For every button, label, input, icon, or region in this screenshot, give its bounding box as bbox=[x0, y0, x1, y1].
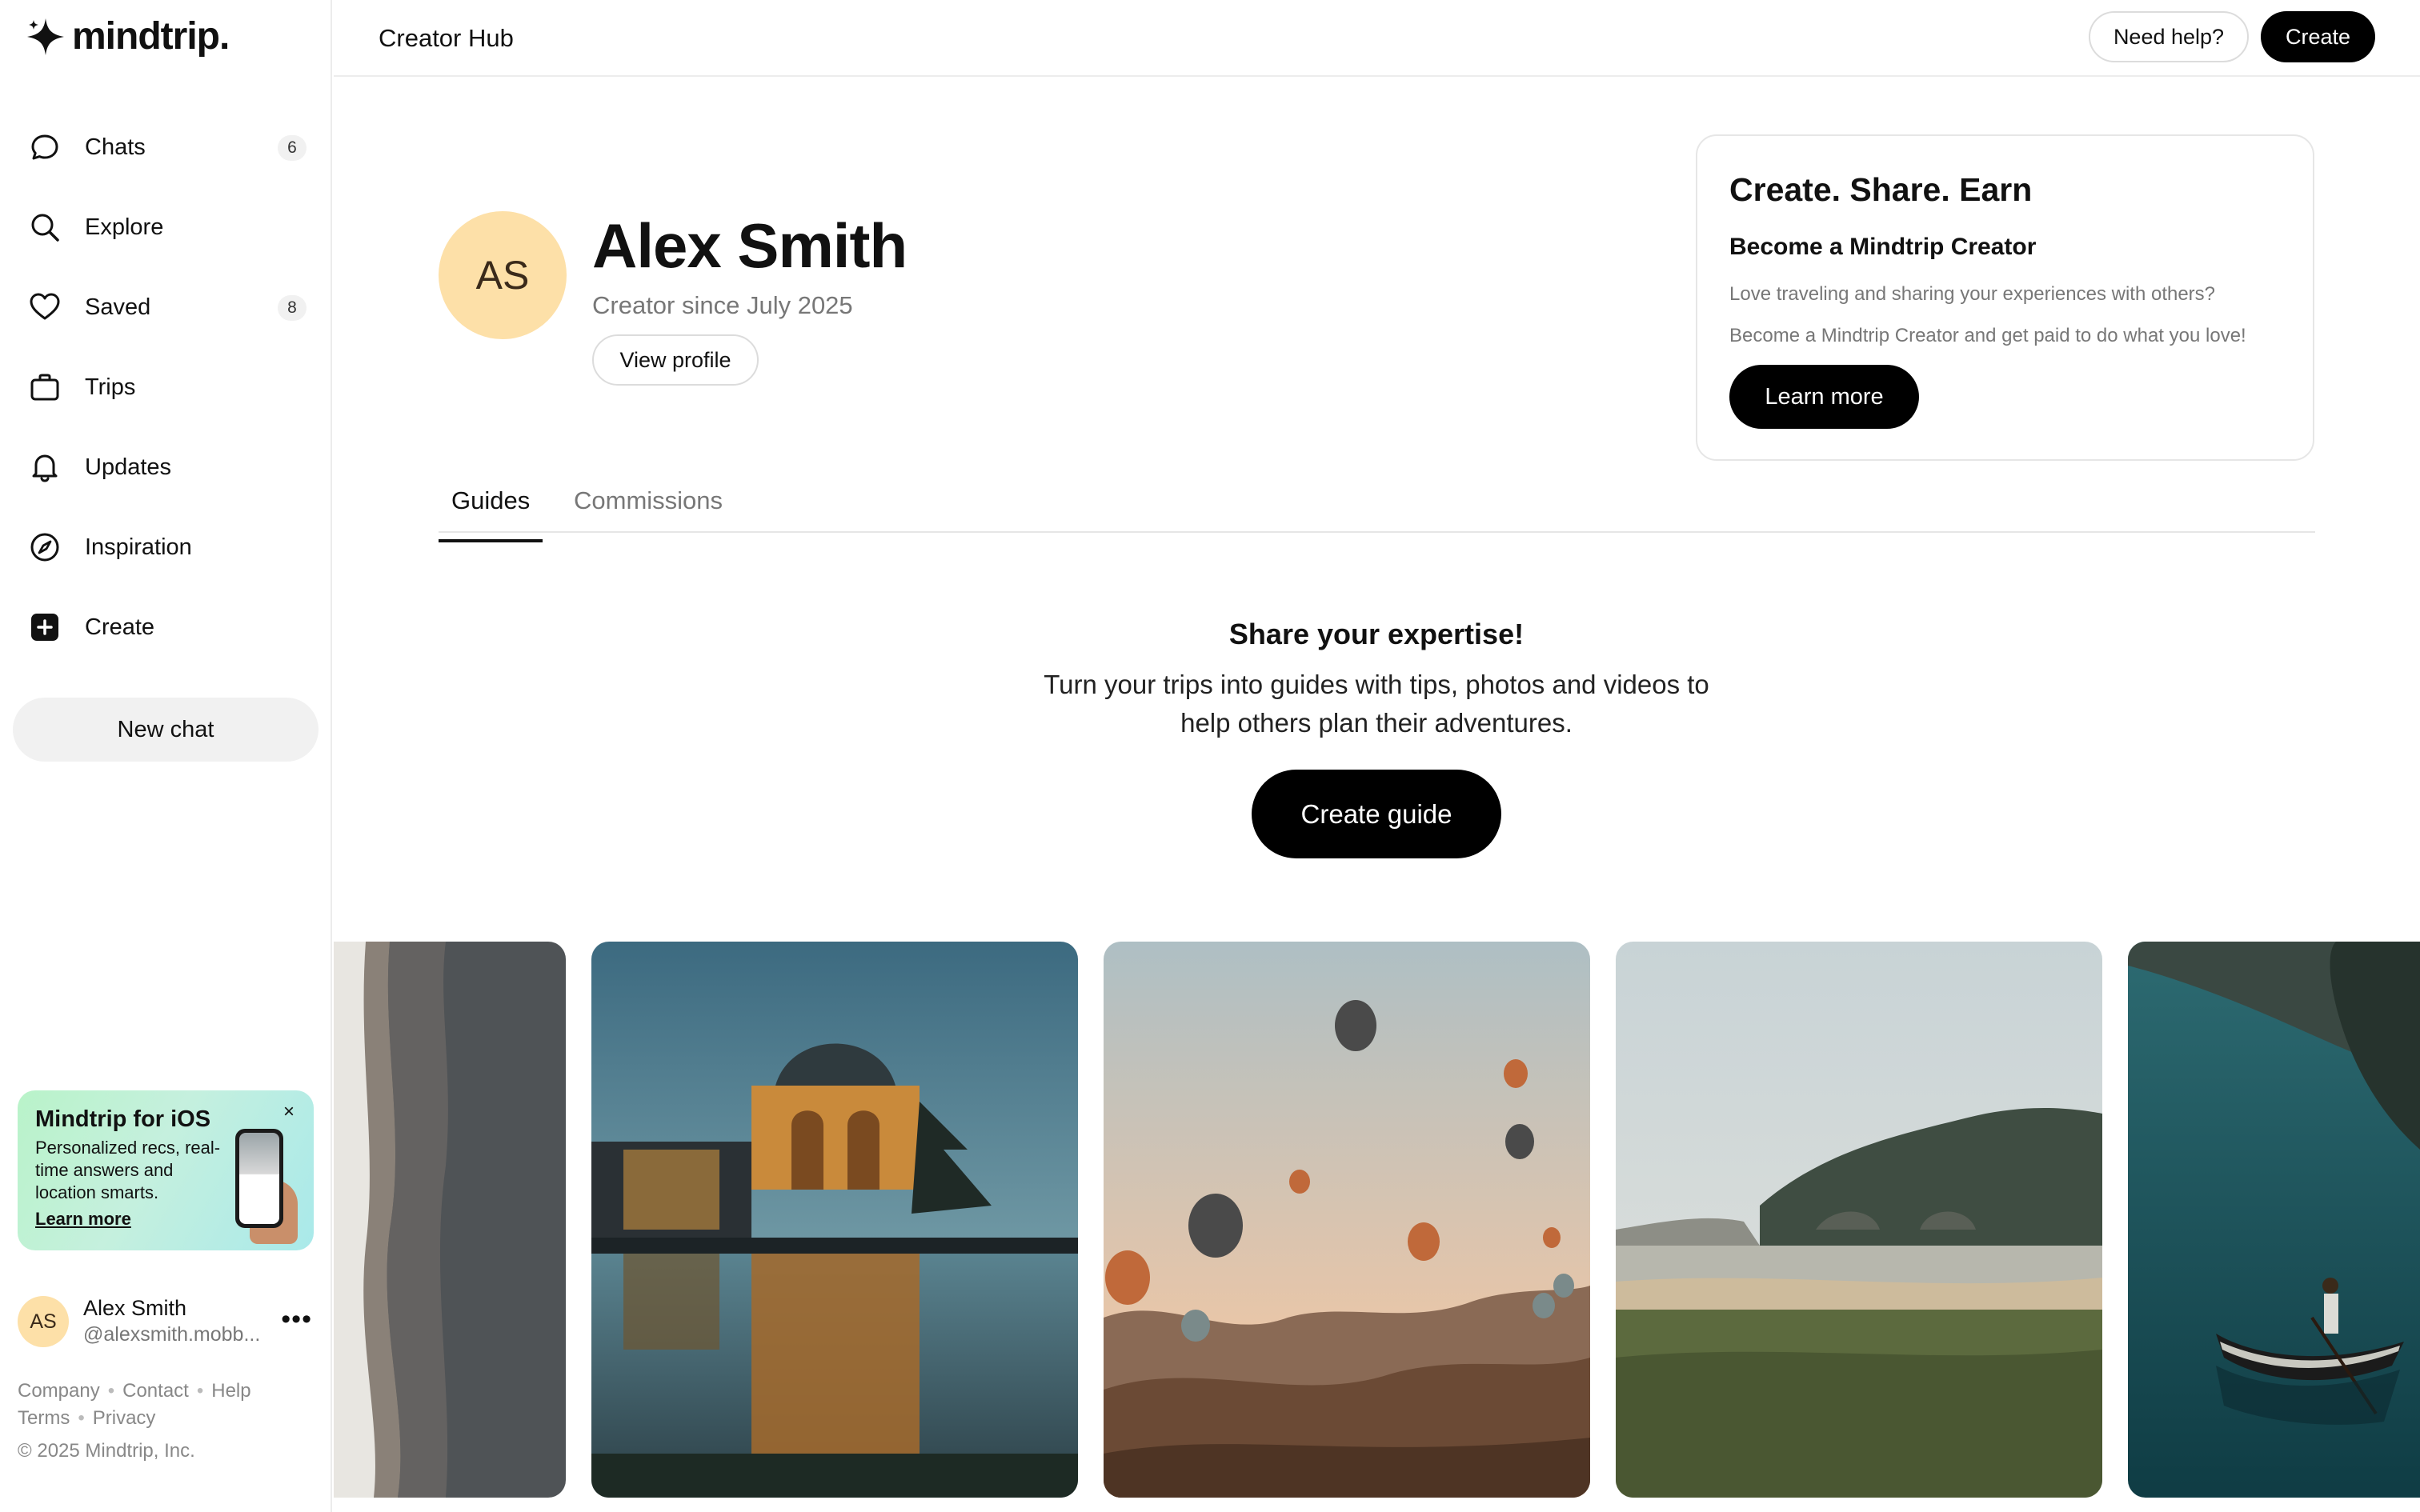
user-name: Alex Smith bbox=[83, 1296, 187, 1320]
suitcase-icon bbox=[27, 370, 62, 405]
bell-icon bbox=[27, 450, 62, 485]
saved-count-badge: 8 bbox=[278, 295, 307, 321]
compass-icon bbox=[27, 530, 62, 565]
sidebar-item-saved[interactable]: Saved 8 bbox=[0, 267, 332, 347]
view-profile-button[interactable]: View profile bbox=[592, 334, 759, 386]
sidebar-nav: Chats 6 Explore Saved 8 Trips Updates In… bbox=[0, 107, 332, 667]
sidebar-item-inspiration[interactable]: Inspiration bbox=[0, 507, 332, 587]
card-subtitle: Become a Mindtrip Creator bbox=[1729, 234, 2037, 260]
sidebar-item-label: Chats bbox=[85, 134, 146, 160]
phone-illustration bbox=[235, 1129, 283, 1228]
copyright: © 2025 Mindtrip, Inc. bbox=[18, 1440, 195, 1462]
creator-program-card: Create. Share. Earn Become a Mindtrip Cr… bbox=[1696, 134, 2314, 461]
profile-avatar: AS bbox=[439, 211, 567, 339]
close-icon[interactable]: × bbox=[278, 1102, 299, 1122]
logo-wordmark: mindtrip. bbox=[72, 15, 230, 58]
search-icon bbox=[27, 210, 62, 245]
lake-canoe-photo bbox=[2128, 942, 2420, 1498]
palace-of-fine-arts-photo bbox=[591, 942, 1078, 1498]
card-description-2: Become a Mindtrip Creator and get paid t… bbox=[1729, 325, 2246, 346]
profile-name: Alex Smith bbox=[592, 210, 908, 281]
heart-icon bbox=[27, 290, 62, 325]
create-guide-button[interactable]: Create guide bbox=[1252, 770, 1501, 858]
sidebar-item-chats[interactable]: Chats 6 bbox=[0, 107, 332, 187]
new-chat-button[interactable]: New chat bbox=[13, 698, 319, 762]
sidebar-item-label: Create bbox=[85, 614, 155, 640]
empty-state-body: Turn your trips into guides with tips, p… bbox=[1044, 670, 1709, 738]
sidebar-item-label: Inspiration bbox=[85, 534, 192, 560]
content-tabs: Guides Commissions bbox=[439, 477, 2315, 542]
sidebar-item-explore[interactable]: Explore bbox=[0, 187, 332, 267]
sidebar-item-label: Updates bbox=[85, 454, 172, 480]
card-description-1: Love traveling and sharing your experien… bbox=[1729, 283, 2216, 305]
sparkle-logo-icon bbox=[27, 18, 64, 55]
promo-title: Mindtrip for iOS bbox=[35, 1106, 211, 1132]
sidebar-item-create[interactable]: Create bbox=[0, 587, 332, 667]
top-bar: Creator Hub Need help? Create bbox=[334, 0, 2420, 77]
ios-app-promo: Mindtrip for iOS Personalized recs, real… bbox=[18, 1090, 314, 1250]
tab-commissions[interactable]: Commissions bbox=[561, 486, 735, 531]
learn-more-button[interactable]: Learn more bbox=[1729, 365, 1919, 429]
page-title: Creator Hub bbox=[379, 24, 514, 52]
footer-help-link[interactable]: Help bbox=[211, 1380, 250, 1402]
chat-bubble-icon bbox=[27, 130, 62, 165]
sidebar-item-trips[interactable]: Trips bbox=[0, 347, 332, 427]
sidebar: mindtrip. Chats 6 Explore Saved 8 Trips … bbox=[0, 0, 332, 1512]
tab-guides[interactable]: Guides bbox=[439, 486, 543, 542]
avatar: AS bbox=[18, 1296, 69, 1347]
create-button[interactable]: Create bbox=[2261, 11, 2375, 62]
promo-body: Personalized recs, real-time answers and… bbox=[35, 1138, 221, 1202]
misty-beach-photo bbox=[1616, 942, 2102, 1498]
footer-terms-link[interactable]: Terms bbox=[18, 1407, 70, 1429]
promo-learn-more-link[interactable]: Learn more bbox=[35, 1209, 131, 1230]
sidebar-item-updates[interactable]: Updates bbox=[0, 427, 332, 507]
coastline-photo bbox=[334, 942, 566, 1498]
empty-state-title: Share your expertise! bbox=[1228, 618, 1525, 650]
sidebar-item-label: Saved bbox=[85, 294, 151, 320]
user-account[interactable]: AS Alex Smith @alexsmith.mobb... ••• bbox=[18, 1296, 322, 1349]
sidebar-item-label: Explore bbox=[85, 214, 164, 240]
creator-since: Creator since July 2025 bbox=[592, 291, 853, 319]
more-options-icon[interactable]: ••• bbox=[281, 1306, 312, 1333]
sidebar-item-label: Trips bbox=[85, 374, 136, 400]
need-help-button[interactable]: Need help? bbox=[2089, 11, 2249, 62]
mindtrip-logo[interactable]: mindtrip. bbox=[24, 14, 230, 58]
user-handle: @alexsmith.mobb... bbox=[83, 1323, 261, 1346]
card-title: Create. Share. Earn bbox=[1729, 171, 2033, 208]
hot-air-balloons-photo bbox=[1104, 942, 1590, 1498]
footer-company-link[interactable]: Company bbox=[18, 1380, 100, 1402]
chats-count-badge: 6 bbox=[278, 135, 307, 161]
footer-privacy-link[interactable]: Privacy bbox=[93, 1407, 156, 1429]
footer-contact-link[interactable]: Contact bbox=[122, 1380, 189, 1402]
footer-links: Company • Contact • Help Terms • Privacy bbox=[18, 1380, 251, 1429]
plus-square-icon bbox=[27, 610, 62, 645]
